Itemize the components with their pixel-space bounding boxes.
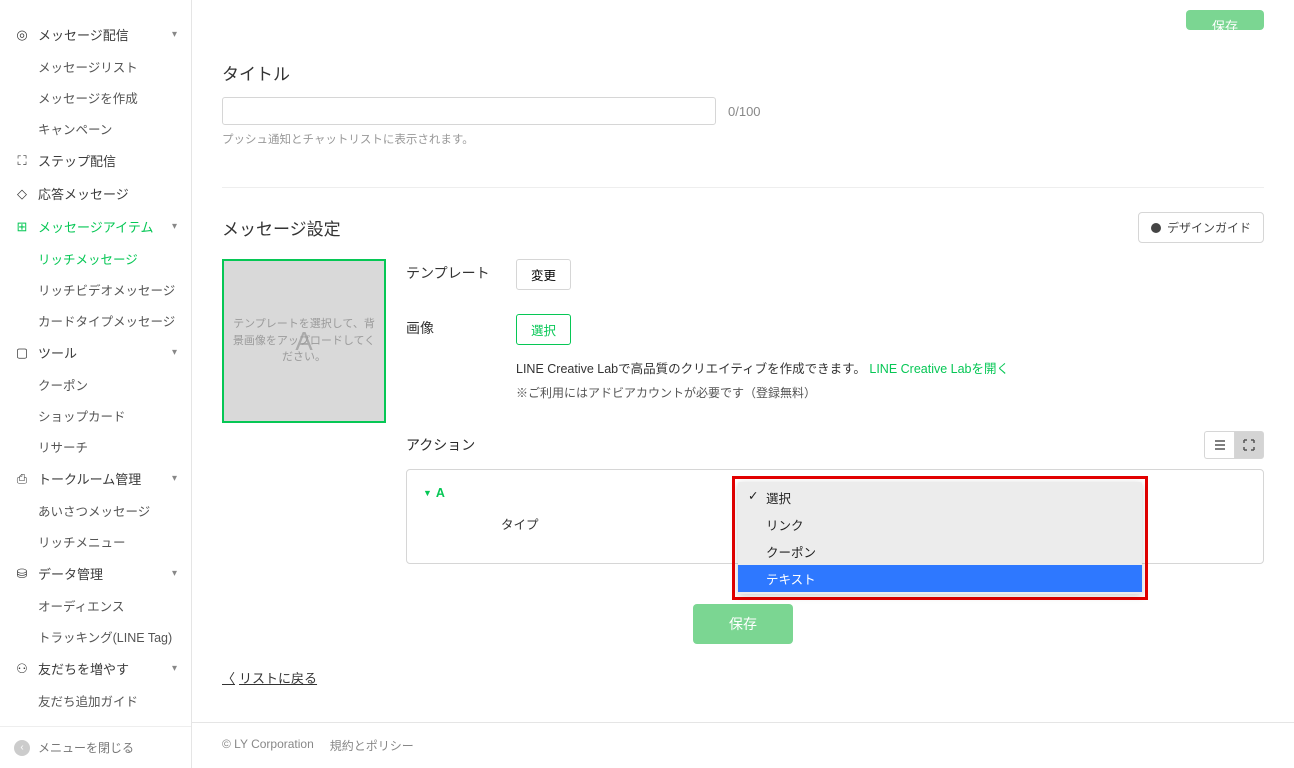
nav-icon: ⛶	[14, 153, 30, 169]
nav-group-label: 応答メッセージ	[38, 184, 129, 203]
nav-icon: ◇	[14, 186, 30, 202]
sidebar-collapse[interactable]: ‹ メニューを閉じる	[0, 726, 191, 768]
nav-child[interactable]: クーポン	[0, 369, 191, 400]
nav-icon: ⊞	[14, 219, 30, 235]
view-toggles	[1204, 431, 1264, 459]
back-link-label: リストに戻る	[239, 668, 317, 687]
message-heading: メッセージ設定	[222, 215, 341, 240]
nav-group-6[interactable]: ⛁ データ管理 ▾	[0, 557, 191, 590]
sidebar-collapse-label: メニューを閉じる	[38, 739, 134, 756]
footer-copyright: © LY Corporation	[222, 737, 314, 754]
title-hint: プッシュ通知とチャットリストに表示されます。	[222, 131, 1264, 147]
divider	[222, 187, 1264, 188]
title-heading: タイトル	[222, 60, 1264, 85]
nav-child[interactable]: キャンペーン	[0, 113, 191, 144]
dropdown-option[interactable]: テキスト	[738, 565, 1142, 592]
nav-child[interactable]: あいさつメッセージ	[0, 495, 191, 526]
nav-group-label: トークルーム管理	[38, 469, 141, 488]
action-label: アクション	[406, 435, 475, 455]
type-dropdown-highlight: ✓選択リンククーポンテキスト	[732, 476, 1148, 600]
nav-group-label: 友だちを増やす	[38, 659, 129, 678]
footer: © LY Corporation 規約とポリシー	[192, 722, 1294, 768]
nav-icon: ⚇	[14, 661, 30, 677]
nav-icon: ▢	[14, 345, 30, 361]
save-button-main[interactable]: 保存	[693, 604, 793, 644]
nav-child[interactable]: リッチメッセージ	[0, 243, 191, 274]
template-preview[interactable]: A テンプレートを選択して、背景画像をアップロードしてください。	[222, 259, 386, 423]
type-dropdown[interactable]: ✓選択リンククーポンテキスト	[738, 482, 1142, 594]
nav-child[interactable]: ショップカード	[0, 400, 191, 431]
title-section: タイトル 0/100 プッシュ通知とチャットリストに表示されます。	[222, 60, 1264, 147]
image-select-button[interactable]: 選択	[516, 314, 571, 345]
chevron-left-icon: ‹	[14, 740, 30, 756]
nav-group-label: メッセージ配信	[38, 25, 129, 44]
title-input[interactable]	[222, 97, 716, 125]
nav-group-label: メッセージアイテム	[38, 217, 153, 236]
nav-group-2[interactable]: ◇ 応答メッセージ	[0, 177, 191, 210]
chevron-down-icon: ▾	[172, 347, 177, 358]
design-guide-label: デザインガイド	[1167, 219, 1251, 236]
nav-group-7[interactable]: ⚇ 友だちを増やす ▾	[0, 652, 191, 685]
chevron-down-icon: ▾	[172, 29, 177, 40]
nav-icon: ⎙	[14, 471, 30, 487]
dropdown-option[interactable]: ✓選択	[738, 484, 1142, 511]
nav-group-3[interactable]: ⊞ メッセージアイテム ▾	[0, 210, 191, 243]
chevron-down-icon: ▾	[172, 663, 177, 674]
nav-child[interactable]: オーディエンス	[0, 590, 191, 621]
info-icon	[1151, 223, 1161, 233]
nav-group-1[interactable]: ⛶ ステップ配信	[0, 144, 191, 177]
creative-lab-link[interactable]: LINE Creative Labを開く	[869, 362, 1009, 376]
save-button-top[interactable]: 保存	[1186, 10, 1264, 30]
action-area-label: A	[436, 486, 445, 500]
nav-group-5[interactable]: ⎙ トークルーム管理 ▾	[0, 462, 191, 495]
nav-child[interactable]: リッチメニュー	[0, 526, 191, 557]
image-label: 画像	[406, 314, 516, 338]
nav-group-4[interactable]: ▢ ツール ▾	[0, 336, 191, 369]
nav-child[interactable]: 友だち追加ガイド	[0, 685, 191, 716]
view-expand-button[interactable]	[1234, 431, 1264, 459]
template-change-button[interactable]: 変更	[516, 259, 571, 290]
nav-child[interactable]: 友だち追加広告	[0, 716, 191, 726]
nav-group-label: ツール	[38, 343, 77, 362]
chevron-left-icon: 〈	[222, 668, 235, 687]
nav-icon: ⛁	[14, 566, 30, 582]
footer-policy-link[interactable]: 規約とポリシー	[330, 737, 414, 754]
check-icon: ✓	[748, 488, 758, 503]
nav-child[interactable]: リサーチ	[0, 431, 191, 462]
nav-child[interactable]: リッチビデオメッセージ	[0, 274, 191, 305]
template-label: テンプレート	[406, 259, 516, 283]
chevron-down-icon: ▼	[423, 488, 432, 498]
expand-icon	[1242, 438, 1256, 452]
chevron-down-icon: ▾	[172, 473, 177, 484]
nav-child[interactable]: メッセージを作成	[0, 82, 191, 113]
nav: ◎ メッセージ配信 ▾ メッセージリストメッセージを作成キャンペーン ⛶ ステップ配信 ◇ 応…	[0, 18, 191, 726]
nav-child[interactable]: カードタイプメッセージ	[0, 305, 191, 336]
nav-group-label: データ管理	[38, 564, 103, 583]
main: 保存 タイトル 0/100 プッシュ通知とチャットリストに表示されます。 メッセ…	[192, 0, 1294, 768]
dropdown-option[interactable]: クーポン	[738, 538, 1142, 565]
list-icon	[1213, 438, 1227, 452]
sidebar: ◎ メッセージ配信 ▾ メッセージリストメッセージを作成キャンペーン ⛶ ステップ配信 ◇ 応…	[0, 0, 192, 768]
nav-icon: ◎	[14, 27, 30, 43]
topbar: 保存	[192, 0, 1294, 30]
content: タイトル 0/100 プッシュ通知とチャットリストに表示されます。 メッセージ設…	[192, 30, 1294, 722]
type-label: タイプ	[501, 514, 539, 533]
nav-child[interactable]: トラッキング(LINE Tag)	[0, 621, 191, 652]
chevron-down-icon: ▾	[172, 221, 177, 232]
view-list-button[interactable]	[1204, 431, 1234, 459]
image-desc-text: LINE Creative Labで高品質のクリエイティブを作成できます。	[516, 362, 866, 376]
design-guide-button[interactable]: デザインガイド	[1138, 212, 1264, 243]
template-placeholder-text: テンプレートを選択して、背景画像をアップロードしてください。	[224, 316, 384, 366]
chevron-down-icon: ▾	[172, 568, 177, 579]
image-note: ※ご利用にはアドビアカウントが必要です（登録無料）	[516, 384, 1264, 401]
nav-group-0[interactable]: ◎ メッセージ配信 ▾	[0, 18, 191, 51]
nav-child[interactable]: メッセージリスト	[0, 51, 191, 82]
nav-group-label: ステップ配信	[38, 151, 116, 170]
back-to-list-link[interactable]: 〈 リストに戻る	[222, 668, 317, 687]
title-char-counter: 0/100	[728, 104, 761, 119]
action-area-toggle[interactable]: ▼ A	[423, 486, 445, 500]
dropdown-option[interactable]: リンク	[738, 511, 1142, 538]
